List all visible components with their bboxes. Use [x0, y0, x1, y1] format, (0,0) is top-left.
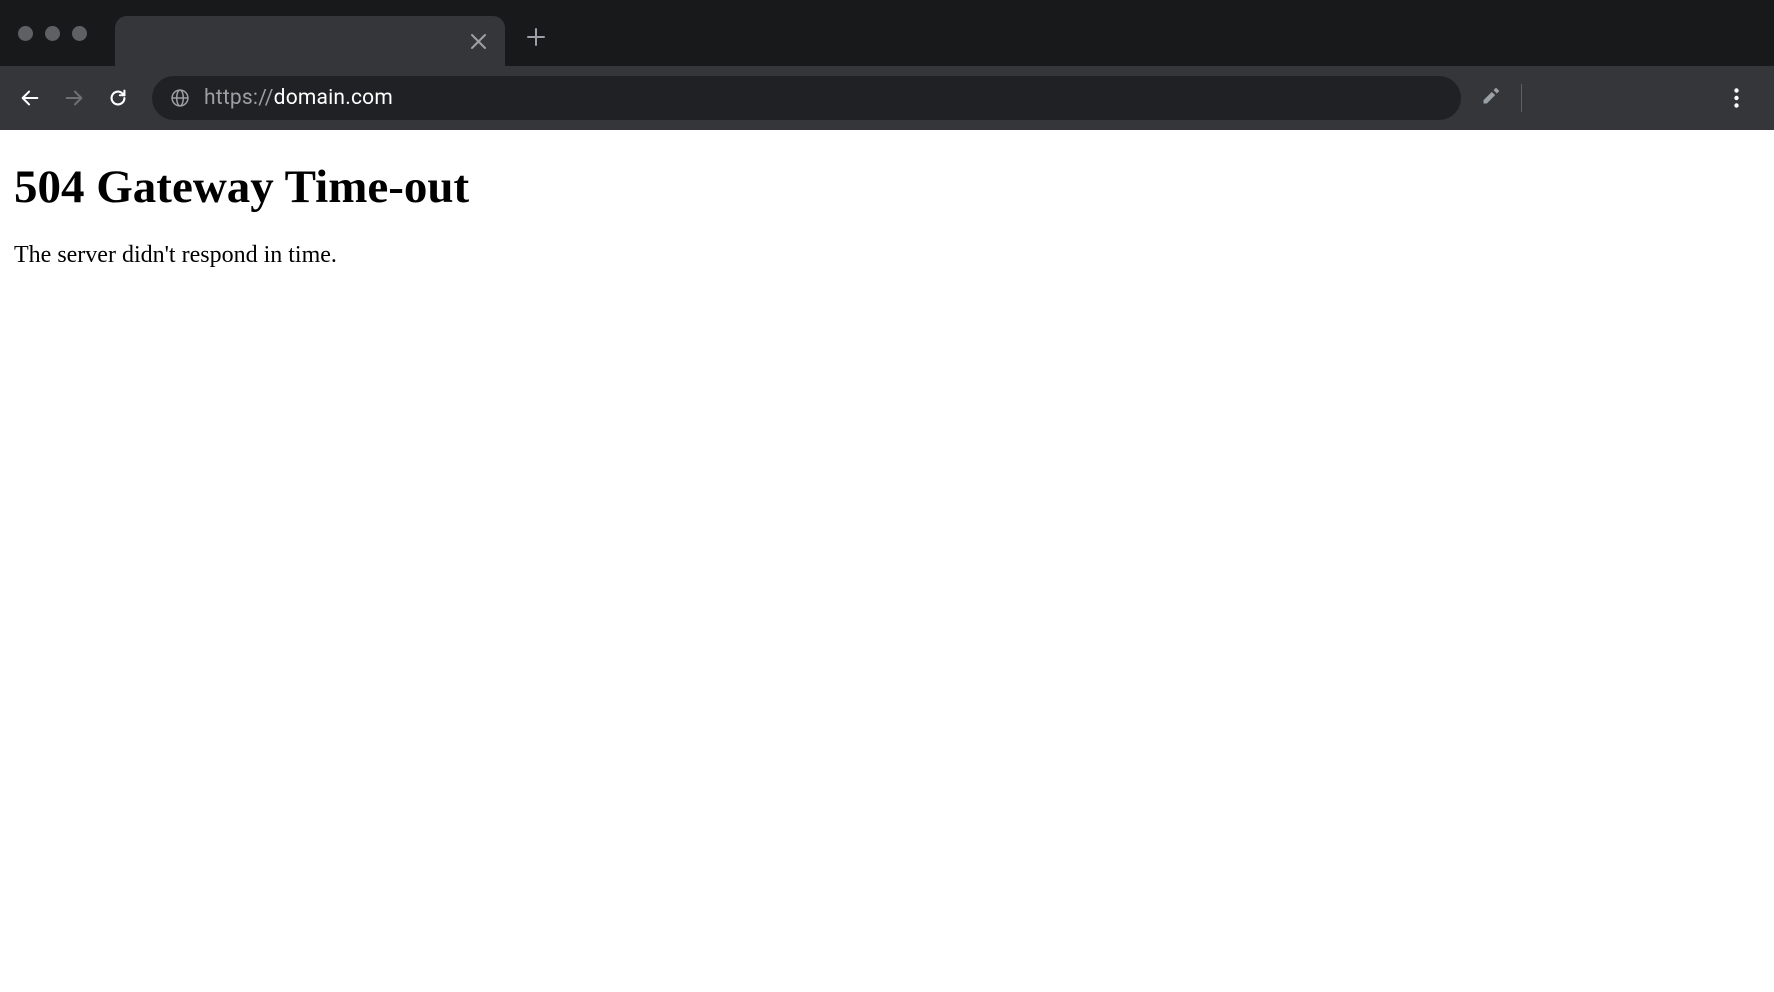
site-info-button[interactable] [170, 88, 190, 108]
browser-chrome: https://domain.com [0, 0, 1774, 130]
forward-button[interactable] [54, 78, 94, 118]
globe-icon [170, 88, 190, 108]
tab-strip [0, 0, 1774, 66]
eyedropper-button[interactable] [1475, 80, 1507, 116]
url-text: https://domain.com [204, 86, 393, 110]
browser-tab[interactable] [115, 16, 505, 66]
window-minimize-button[interactable] [45, 26, 60, 41]
tab-close-button[interactable] [469, 32, 487, 50]
error-heading: 504 Gateway Time-out [14, 160, 1760, 214]
arrow-left-icon [19, 87, 41, 109]
address-bar[interactable]: https://domain.com [152, 76, 1461, 120]
window-controls [18, 26, 87, 41]
window-close-button[interactable] [18, 26, 33, 41]
url-protocol: https:// [204, 86, 274, 110]
reload-button[interactable] [98, 78, 138, 118]
kebab-icon [1734, 88, 1739, 108]
browser-menu-button[interactable] [1716, 78, 1756, 118]
back-button[interactable] [10, 78, 50, 118]
reload-icon [107, 87, 129, 109]
url-domain: domain.com [274, 86, 393, 110]
toolbar-divider [1521, 84, 1522, 112]
toolbar: https://domain.com [0, 66, 1774, 130]
eyedropper-icon [1481, 86, 1501, 106]
toolbar-right [1475, 78, 1764, 118]
arrow-right-icon [63, 87, 85, 109]
window-maximize-button[interactable] [72, 26, 87, 41]
new-tab-button[interactable] [519, 20, 553, 54]
close-icon [471, 34, 486, 49]
error-message: The server didn't respond in time. [14, 242, 1760, 269]
plus-icon [527, 28, 545, 46]
page-content: 504 Gateway Time-out The server didn't r… [0, 130, 1774, 287]
